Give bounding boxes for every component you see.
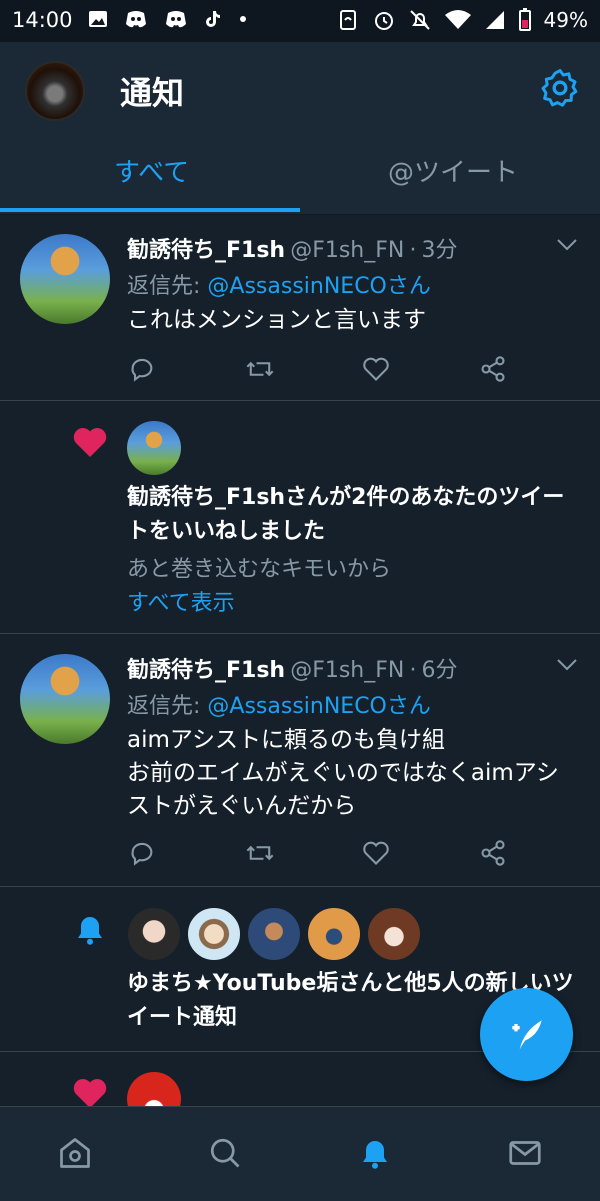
- tweet-actions: [128, 836, 596, 870]
- separator: ·: [409, 238, 417, 263]
- share-icon: [481, 840, 505, 866]
- avatar[interactable]: [20, 654, 110, 744]
- avatar[interactable]: [20, 234, 110, 324]
- heart-icon: [73, 1079, 107, 1106]
- tab-all[interactable]: すべて: [114, 152, 189, 189]
- tweet-text-line: お前のエイムがえぐいのではなくaimアシストがえぐいんだから: [127, 760, 559, 819]
- chevron-down-icon[interactable]: [556, 238, 578, 252]
- reply-label: 返信先:: [127, 694, 208, 719]
- avatar[interactable]: [307, 907, 361, 961]
- nfc-icon: [339, 10, 356, 30]
- reply-button[interactable]: [128, 352, 245, 386]
- messages-icon[interactable]: [507, 1135, 543, 1171]
- image-icon: [89, 11, 107, 27]
- gear-icon[interactable]: [540, 68, 580, 108]
- notification-icons: [88, 9, 248, 29]
- avatar[interactable]: [247, 907, 301, 961]
- share-icon: [481, 356, 505, 382]
- display-name[interactable]: 勧誘待ち_F1sh: [127, 238, 285, 263]
- status-time: 14:00: [12, 8, 73, 32]
- avatar[interactable]: [367, 907, 421, 961]
- compose-feather-icon: [511, 1019, 542, 1050]
- tweet-actions: [128, 352, 596, 386]
- compose-tweet-button[interactable]: [480, 988, 573, 1081]
- avatar[interactable]: [127, 421, 181, 475]
- status-bar: 14:00 49%: [0, 0, 600, 42]
- battery-percent: 49%: [543, 8, 588, 32]
- battery-icon: [518, 8, 531, 31]
- tiktok-icon: [206, 11, 220, 27]
- heart-icon: [363, 841, 389, 865]
- timestamp: 3分: [421, 238, 458, 263]
- discord-icon: [166, 11, 186, 28]
- reply-icon: [131, 358, 153, 382]
- retweet-icon: [246, 845, 274, 861]
- share-button[interactable]: [479, 836, 596, 870]
- tweet-text: aimアシストに頼るのも負け組 お前のエイムがえぐいのではなくaimアシストがえ…: [127, 724, 577, 823]
- tweet-item[interactable]: 勧誘待ち_F1sh @F1sh_FN · 6分 返信先: @AssassinNE…: [0, 634, 600, 887]
- alarm-icon: [374, 12, 393, 30]
- heart-icon: [73, 428, 107, 457]
- mute-icon: [409, 10, 430, 30]
- tweet-header: 勧誘待ち_F1sh @F1sh_FN · 3分: [127, 232, 458, 264]
- notification-feed[interactable]: 勧誘待ち_F1sh @F1sh_FN · 3分 返信先: @AssassinNE…: [0, 214, 600, 1106]
- tweet-item[interactable]: 勧誘待ち_F1sh @F1sh_FN · 3分 返信先: @AssassinNE…: [0, 214, 600, 401]
- timestamp: 6分: [421, 658, 458, 683]
- show-all-link[interactable]: すべて表示: [127, 585, 235, 617]
- like-button[interactable]: [362, 352, 479, 386]
- wifi-icon: [444, 10, 471, 29]
- notifications-icon[interactable]: [357, 1135, 393, 1171]
- retweet-button[interactable]: [245, 836, 362, 870]
- display-name[interactable]: 勧誘待ち_F1sh: [127, 658, 285, 683]
- tweet-preview: あと巻き込むなキモいから: [127, 557, 392, 582]
- system-icons: 49%: [336, 8, 588, 32]
- like-button[interactable]: [362, 836, 479, 870]
- share-button[interactable]: [479, 352, 596, 386]
- reply-mention[interactable]: @AssassinNECOさん: [207, 694, 430, 719]
- handle: @F1sh_FN: [290, 238, 405, 263]
- reply-mention[interactable]: @AssassinNECOさん: [207, 274, 430, 299]
- dot-icon: [240, 16, 246, 22]
- reply-to: 返信先: @AssassinNECOさん: [127, 268, 431, 300]
- search-icon[interactable]: [207, 1135, 243, 1171]
- reply-to: 返信先: @AssassinNECOさん: [127, 688, 431, 720]
- bell-icon: [78, 917, 102, 945]
- heart-icon: [363, 357, 389, 381]
- tweet-text: これはメンションと言います: [127, 307, 426, 333]
- notification-text: 勧誘待ち_F1shさんが2件のあなたのツイートをいいねしました: [127, 485, 565, 544]
- home-icon[interactable]: [57, 1135, 93, 1171]
- discord-icon: [126, 11, 146, 28]
- page-title: 通知: [120, 74, 185, 112]
- tab-indicator: [0, 208, 300, 212]
- bottom-navigation: [0, 1106, 600, 1201]
- avatar[interactable]: [127, 907, 181, 961]
- handle: @F1sh_FN: [290, 658, 405, 683]
- tweet-text-line: aimアシストに頼るのも負け組: [127, 727, 445, 753]
- avatar-group: [127, 907, 421, 961]
- chevron-down-icon[interactable]: [556, 658, 578, 672]
- tab-mentions[interactable]: @ツイート: [388, 152, 518, 189]
- signal-icon: [485, 11, 504, 29]
- retweet-button[interactable]: [245, 352, 362, 386]
- retweet-icon: [246, 361, 274, 377]
- tweet-header: 勧誘待ち_F1sh @F1sh_FN · 6分: [127, 652, 458, 684]
- like-notification[interactable]: 勧誘待ち_F1shさんが2件のあなたのツイートをいいねしました あと巻き込むなキ…: [0, 401, 600, 634]
- avatar[interactable]: [187, 907, 241, 961]
- reply-label: 返信先:: [127, 274, 208, 299]
- reply-icon: [131, 842, 153, 866]
- separator: ·: [409, 658, 417, 683]
- profile-avatar[interactable]: [25, 61, 85, 121]
- app-header: 通知 すべて @ツイート: [0, 42, 600, 215]
- reply-button[interactable]: [128, 836, 245, 870]
- avatar[interactable]: [127, 1072, 181, 1106]
